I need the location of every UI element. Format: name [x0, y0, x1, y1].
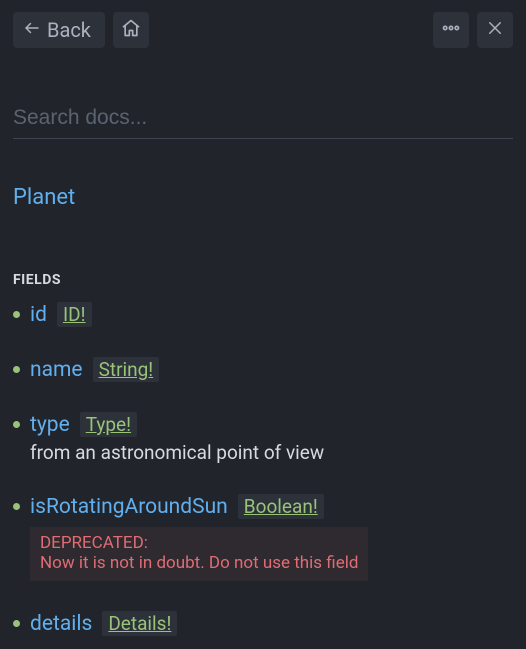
fields-heading: FIELDS	[0, 272, 526, 288]
deprecated-message: Now it is not in doubt. Do not use this …	[40, 553, 358, 573]
bullet-icon	[13, 421, 20, 428]
back-button[interactable]: Back	[13, 12, 105, 48]
field-type[interactable]: Type!	[80, 412, 137, 437]
bullet-icon	[13, 620, 20, 627]
field-type[interactable]: Boolean!	[238, 494, 324, 519]
field-description: from an astronomical point of view	[13, 441, 513, 464]
close-icon	[486, 19, 504, 41]
arrow-left-icon	[23, 18, 41, 42]
bullet-icon	[13, 366, 20, 373]
close-button[interactable]	[477, 12, 513, 48]
bullet-icon	[13, 311, 20, 318]
field-name[interactable]: name	[30, 358, 83, 382]
list-item: name String!	[13, 357, 513, 382]
list-item: details Details!	[13, 611, 513, 636]
field-name[interactable]: type	[30, 413, 70, 437]
list-item: id ID!	[13, 302, 513, 327]
field-name[interactable]: details	[30, 612, 92, 636]
field-name[interactable]: isRotatingAroundSun	[30, 495, 228, 519]
home-button[interactable]	[113, 12, 149, 48]
field-type[interactable]: Details!	[102, 611, 177, 636]
toolbar: Back	[0, 0, 526, 58]
field-name[interactable]: id	[30, 303, 47, 327]
list-item: isRotatingAroundSun Boolean! DEPRECATED:…	[13, 494, 513, 581]
fields-list: id ID! name String! type Type! from an a…	[0, 302, 526, 636]
back-label: Back	[47, 18, 91, 42]
search-input[interactable]	[13, 100, 513, 139]
deprecated-title: DEPRECATED:	[40, 533, 358, 553]
search-container	[0, 100, 526, 139]
field-type[interactable]: ID!	[57, 302, 92, 327]
ellipsis-icon	[441, 18, 461, 42]
field-type[interactable]: String!	[93, 357, 160, 382]
breadcrumb[interactable]: Planet	[0, 185, 526, 210]
deprecated-box: DEPRECATED: Now it is not in doubt. Do n…	[30, 527, 368, 581]
more-button[interactable]	[433, 12, 469, 48]
list-item: type Type! from an astronomical point of…	[13, 412, 513, 464]
home-icon	[121, 18, 141, 42]
bullet-icon	[13, 503, 20, 510]
